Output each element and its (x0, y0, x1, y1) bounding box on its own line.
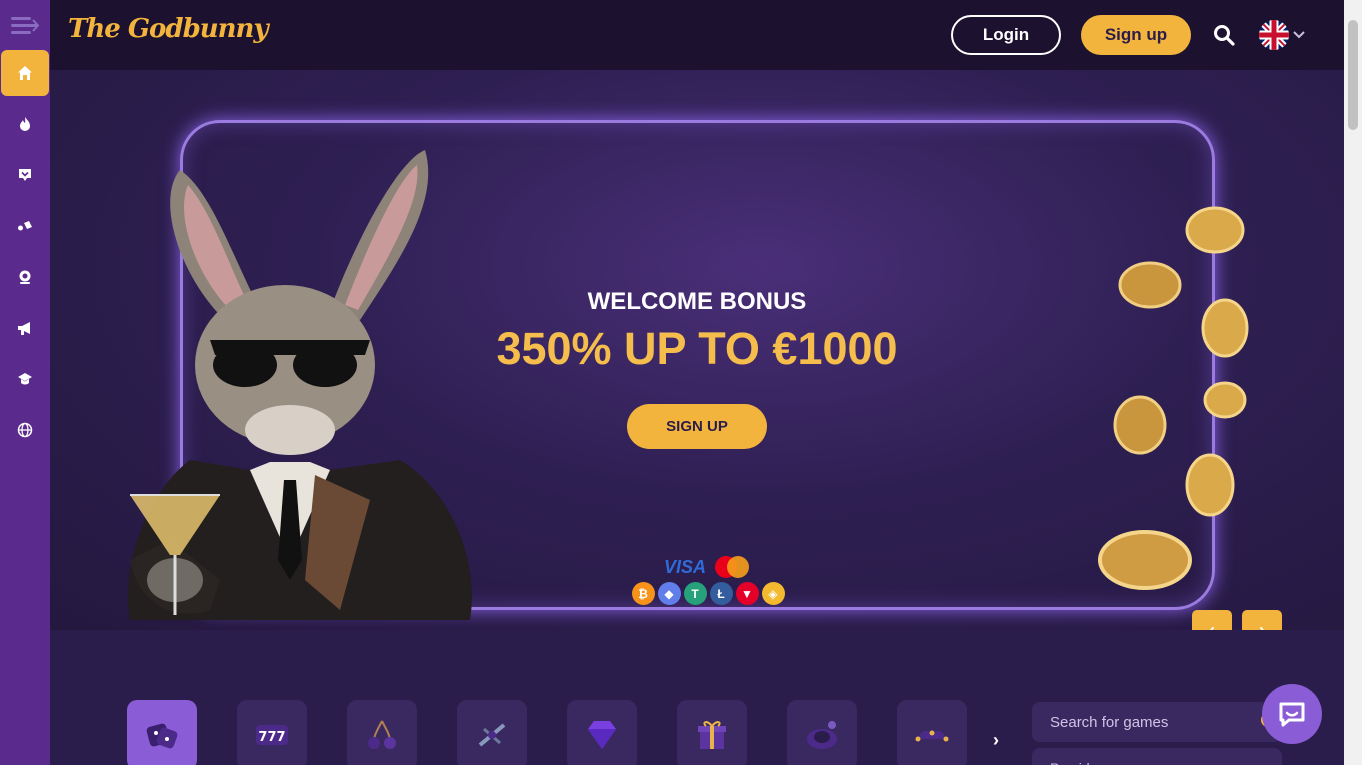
hero-banner: WELCOME BONUS 350% UP TO €1000 SIGN UP V… (50, 70, 1344, 630)
tether-icon: T (683, 582, 707, 605)
home-icon (18, 66, 32, 80)
menu-toggle-icon[interactable] (0, 0, 50, 50)
category-crash[interactable] (457, 700, 527, 765)
sidebar-item-live-casino[interactable] (1, 254, 49, 300)
binance-icon: ◈ (761, 582, 785, 605)
ethereum-icon: ◆ (657, 582, 681, 605)
dice-icon (146, 723, 178, 749)
sidebar-item-home[interactable] (1, 50, 49, 96)
bonus-title: 350% UP TO €1000 (496, 323, 898, 374)
top-header: The Godbunny Login Sign up (50, 0, 1344, 70)
category-slots[interactable]: 777 (237, 700, 307, 765)
bunny-mascot-image (128, 150, 472, 620)
category-live[interactable] (897, 700, 967, 765)
category-roulette[interactable] (787, 700, 857, 765)
cherries-icon (368, 720, 396, 749)
sidebar-item-learn[interactable] (1, 356, 49, 402)
search-icon[interactable] (1213, 24, 1235, 46)
graduation-icon (18, 373, 32, 385)
provider-filter[interactable]: Providers (1032, 748, 1282, 765)
payment-methods: VISA ₿ ◆ T Ł ▼ ◈ (628, 554, 788, 605)
chevron-down-icon (1293, 31, 1305, 39)
sidebar-item-hot[interactable] (1, 101, 49, 147)
game-categories: 777 › Providers (50, 630, 1344, 765)
megaphone-icon (18, 322, 30, 335)
hero-signup-button[interactable]: SIGN UP (627, 404, 767, 449)
globe-icon (17, 422, 33, 438)
gold-coins-image (1098, 206, 1249, 590)
categories-next-button[interactable]: › (993, 730, 999, 751)
crash-plane-icon (478, 723, 506, 747)
login-button[interactable]: Login (951, 15, 1061, 55)
sports-icon (18, 221, 32, 231)
diamond-icon (588, 721, 616, 749)
gift-icon (698, 721, 726, 749)
game-search-box (1032, 702, 1282, 742)
banner-next-button[interactable]: › (1242, 610, 1282, 630)
banner-prev-button[interactable]: ‹ (1192, 610, 1232, 630)
uk-flag-icon (1259, 20, 1289, 50)
fire-icon (20, 117, 30, 131)
signup-button[interactable]: Sign up (1081, 15, 1191, 55)
bitcoin-icon: ₿ (631, 582, 655, 605)
category-classic[interactable] (347, 700, 417, 765)
sidebar-item-language[interactable] (1, 407, 49, 453)
litecoin-icon: Ł (709, 582, 733, 605)
sidebar (0, 0, 50, 765)
live-chat-button[interactable] (1262, 684, 1322, 744)
chat-icon (19, 169, 31, 181)
game-search-input[interactable] (1050, 713, 1240, 731)
category-bonus[interactable] (677, 700, 747, 765)
site-logo[interactable]: The Godbunny (68, 14, 269, 44)
chat-bubble-icon (1279, 702, 1305, 727)
tron-icon: ▼ (735, 582, 759, 605)
slots-777-icon: 777 (256, 725, 288, 745)
visa-logo: VISA (663, 556, 706, 577)
category-dice[interactable] (127, 700, 197, 765)
mastercard-icon (715, 556, 749, 578)
sidebar-item-sports[interactable] (1, 203, 49, 249)
category-jackpot[interactable] (567, 700, 637, 765)
page-scrollbar[interactable] (1344, 0, 1362, 765)
bonus-subtitle: WELCOME BONUS (587, 288, 807, 315)
live-casino-icon (19, 270, 31, 284)
svg-text:777: 777 (258, 730, 285, 745)
jester-hat-icon (915, 730, 949, 742)
scrollbar-thumb[interactable] (1348, 20, 1358, 130)
roulette-chip-icon (807, 721, 837, 749)
sidebar-item-chat[interactable] (1, 152, 49, 198)
language-selector[interactable] (1259, 20, 1305, 50)
sidebar-item-promotions[interactable] (1, 305, 49, 351)
